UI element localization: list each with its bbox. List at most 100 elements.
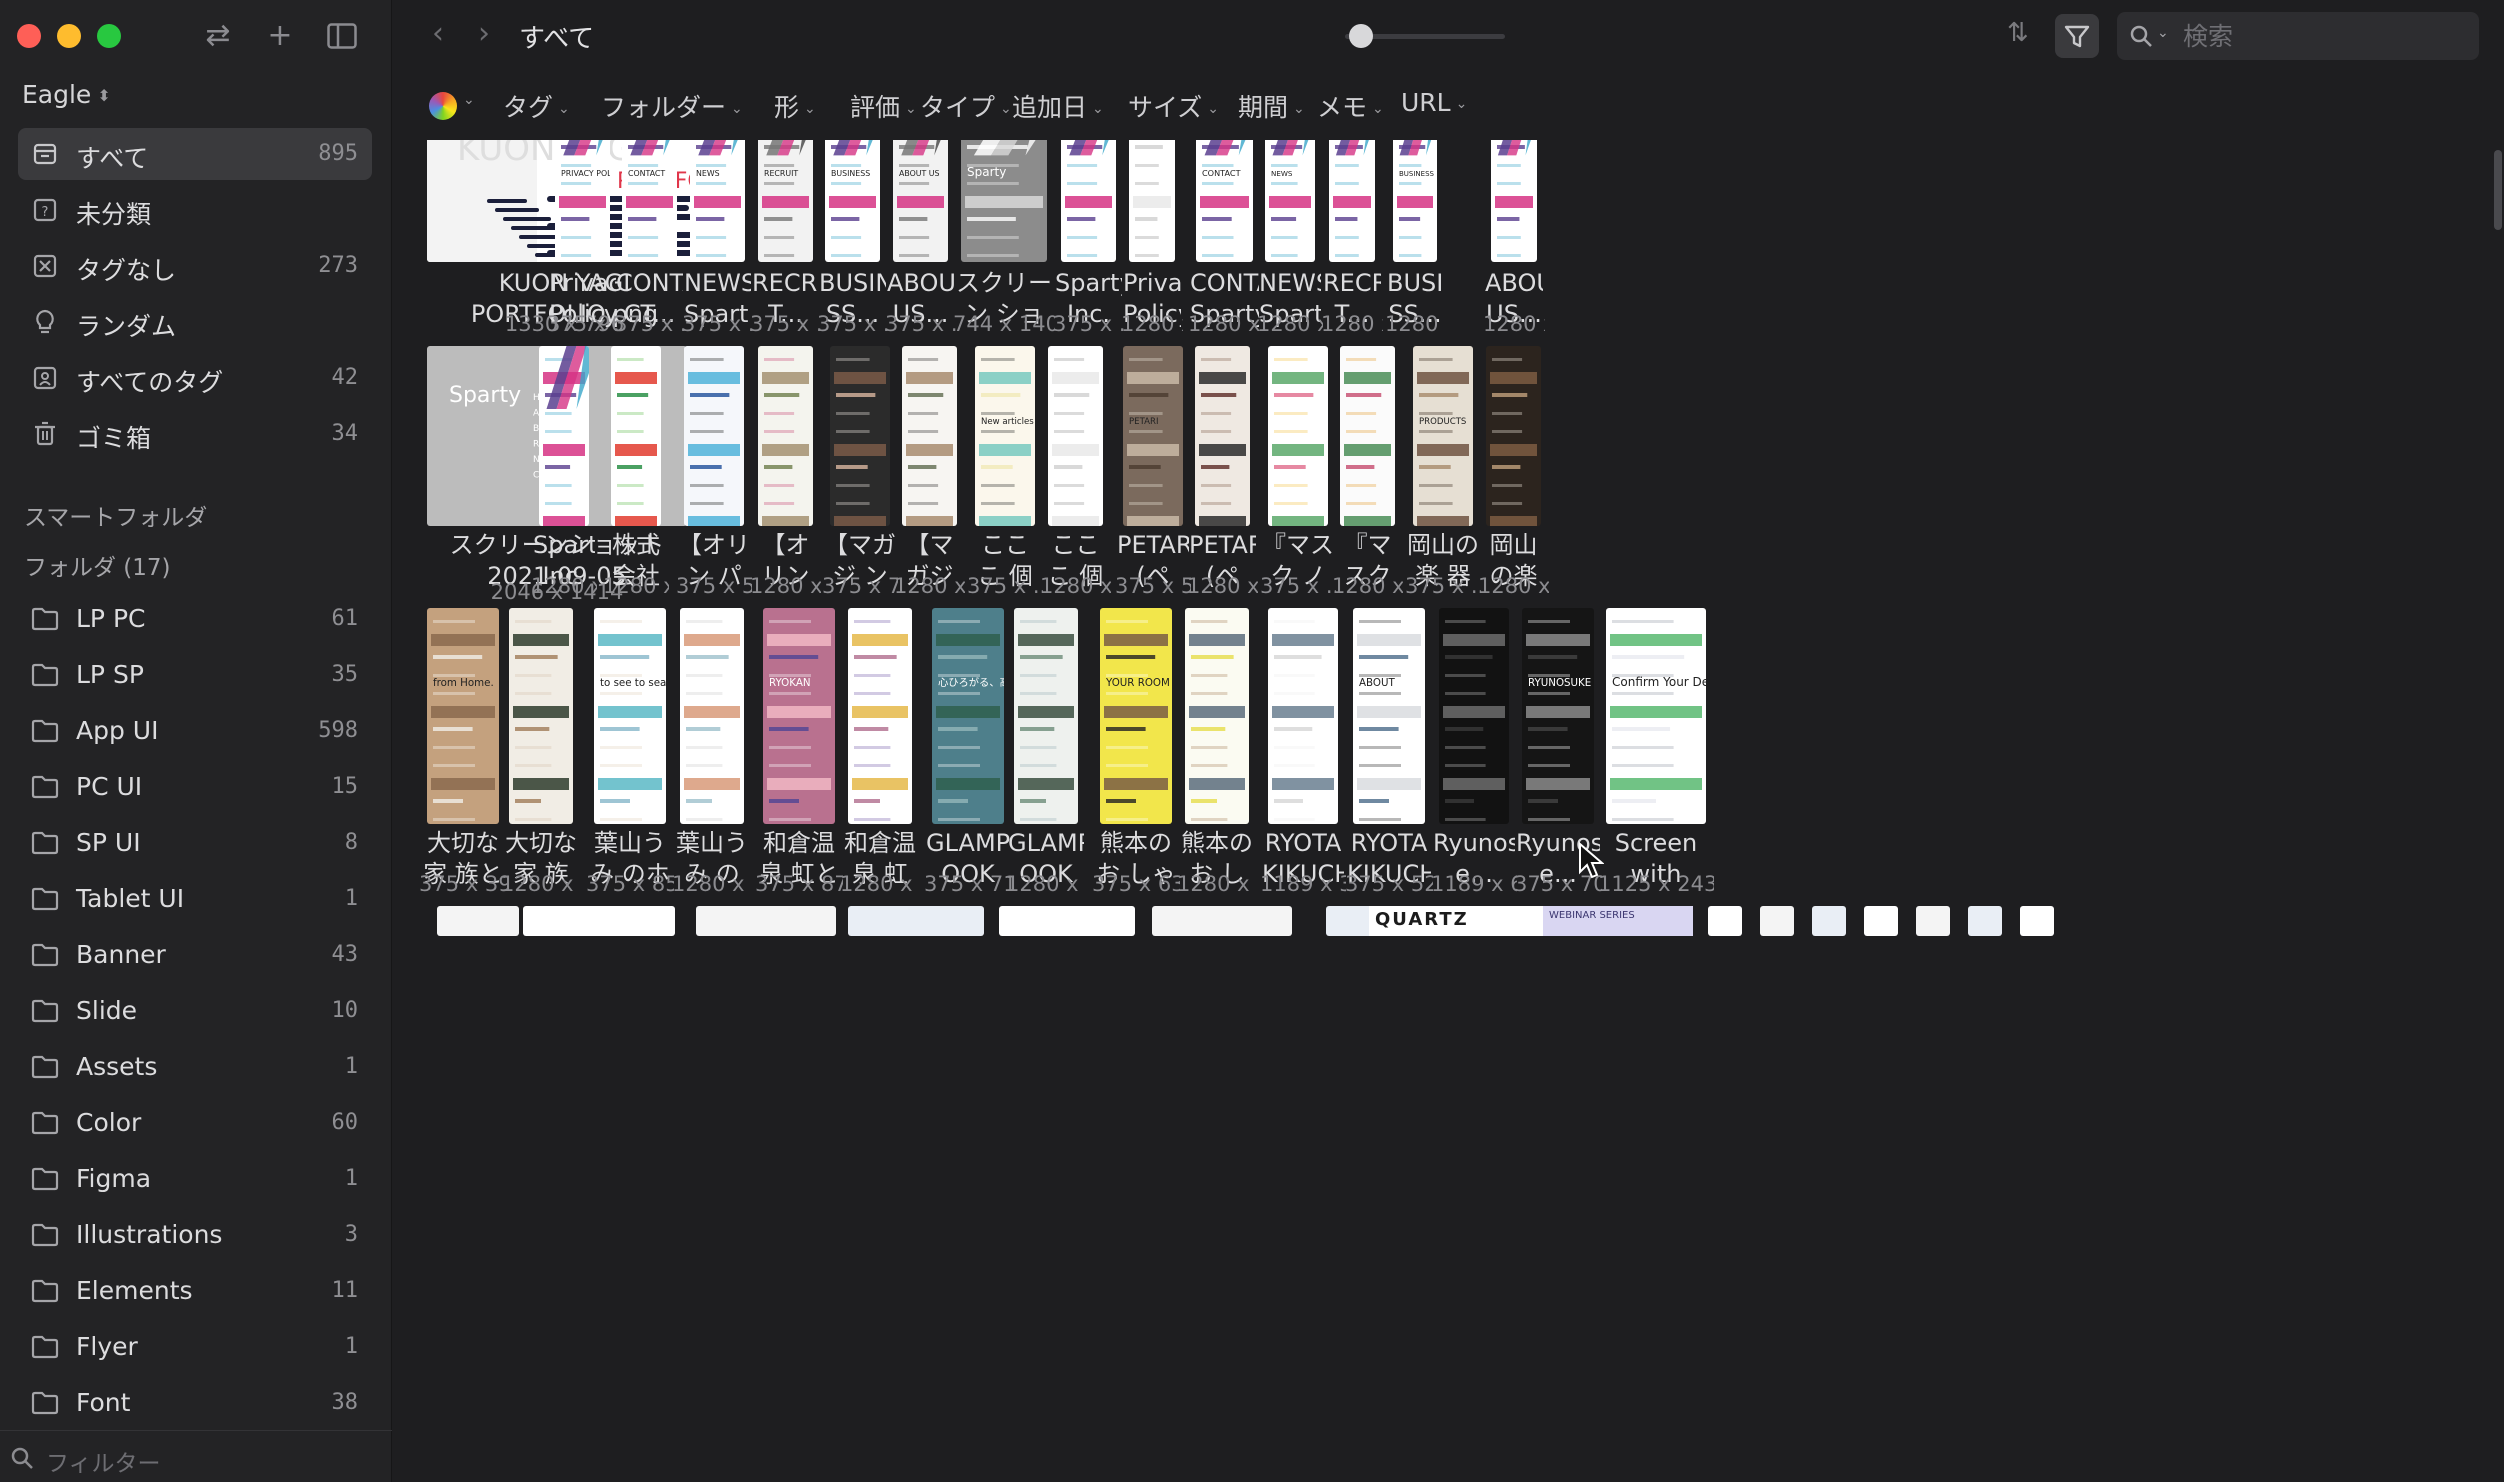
asset-card[interactable]: PETARI (ペタ...1280 x ... bbox=[1187, 346, 1258, 598]
search-options-chevron-icon[interactable]: ⌄ bbox=[2157, 25, 2169, 41]
filter-dropdown[interactable]: フォルダー ⌄ bbox=[601, 88, 743, 124]
sort-icon[interactable]: ⇅ bbox=[2007, 18, 2029, 48]
smart-folders-heading[interactable]: スマートフォルダ bbox=[24, 498, 207, 532]
folders-heading[interactable]: フォルダ (17) bbox=[24, 548, 171, 582]
folder-item[interactable]: LP SP 35 bbox=[18, 649, 372, 701]
asset-card[interactable] bbox=[1916, 906, 1950, 936]
asset-card[interactable]: PRIVACY POLICYPrivacy Policy..375 x ... bbox=[547, 140, 618, 336]
folder-item[interactable]: App UI 598 bbox=[18, 705, 372, 757]
asset-card[interactable] bbox=[1812, 906, 1846, 936]
asset-card[interactable]: 株式会社 ビタミ...1280 x ... bbox=[603, 346, 669, 598]
grid-scrollbar[interactable] bbox=[2494, 150, 2502, 230]
filter-dropdown[interactable]: 追加日 ⌄ bbox=[1012, 88, 1104, 124]
asset-card[interactable]: WEBINAR SERIES bbox=[1543, 906, 1693, 936]
asset-card[interactable]: Privacy Policy..1280 x... bbox=[1121, 140, 1183, 336]
sync-arrows-icon[interactable]: ⇄ bbox=[198, 16, 238, 56]
filter-dropdown[interactable]: サイズ ⌄ bbox=[1128, 88, 1219, 124]
asset-card[interactable]: 葉山うみ のホテ...1280 x 9... bbox=[672, 608, 752, 896]
asset-card[interactable]: RYUNOSUKE KINOSHITARyunosuk e...375 x 70… bbox=[1514, 608, 1602, 896]
sidebar-item-3[interactable]: ランダム bbox=[18, 296, 372, 348]
asset-card[interactable]: 大切な家 族と自...1280 x 4... bbox=[501, 608, 581, 896]
asset-card[interactable]: 和倉温泉 虹と海...1280 x 9... bbox=[840, 608, 920, 896]
filter-toggle-button[interactable] bbox=[2055, 14, 2099, 58]
asset-card[interactable]: RYOKAN和倉温泉 虹と海...375 x 87... bbox=[755, 608, 843, 896]
asset-card[interactable]: BUSINESSBUSINE SS...375 x ... bbox=[817, 140, 888, 336]
asset-card[interactable]: GLAMPR OOK 飯...1280 x 7... bbox=[1006, 608, 1086, 896]
filter-dropdown[interactable]: 評価 ⌄ bbox=[850, 88, 917, 124]
folder-item[interactable]: LP PC 61 bbox=[18, 593, 372, 645]
asset-card[interactable]: Sparty, Inc. パ...1280 x ... bbox=[531, 346, 597, 598]
sidebar-item-1[interactable]: ? 未分類 bbox=[18, 184, 372, 236]
folder-item[interactable]: Flyer 1 bbox=[18, 1321, 372, 1373]
asset-card[interactable] bbox=[848, 906, 984, 936]
filter-dropdown[interactable]: 期間 ⌄ bbox=[1238, 88, 1305, 124]
asset-card[interactable]: Sparty, Inc. ...375 x ... bbox=[1053, 140, 1124, 336]
folder-item[interactable]: Tablet UI 1 bbox=[18, 873, 372, 925]
asset-card[interactable] bbox=[1864, 906, 1898, 936]
asset-card[interactable] bbox=[1968, 906, 2002, 936]
asset-card[interactable]: YOUR ROOM熊本のお しゃれ...375 x 63... bbox=[1092, 608, 1180, 896]
sidebar-filter-field[interactable]: フィルター bbox=[0, 1430, 392, 1482]
asset-card[interactable] bbox=[696, 906, 836, 936]
thumbnail-size-slider-thumb[interactable] bbox=[1349, 24, 1373, 48]
asset-card[interactable]: Spartyスクリーン ショット...744 x 1408 bbox=[953, 140, 1055, 336]
library-switcher[interactable]: Eagle ⬍ bbox=[22, 80, 111, 109]
sidebar-item-0[interactable]: すべて 895 bbox=[18, 128, 372, 180]
asset-card[interactable]: Confirm Your DetailsScreen with Account.… bbox=[1598, 608, 1714, 896]
asset-card[interactable] bbox=[1760, 906, 1794, 936]
asset-card[interactable]: 岡山の楽 器とお...1280 x ... bbox=[1478, 346, 1549, 598]
asset-card[interactable]: Ryunosuk e...1189 x 6... bbox=[1431, 608, 1517, 896]
folder-item[interactable]: Illustrations 3 bbox=[18, 1209, 372, 1261]
asset-card[interactable] bbox=[2020, 906, 2054, 936]
asset-card[interactable] bbox=[523, 906, 675, 936]
filter-dropdown[interactable]: URL ⌄ bbox=[1401, 88, 1467, 117]
asset-card[interactable]: ABOUTRYOTA KIKUCH...375 x 52... bbox=[1345, 608, 1433, 896]
asset-card[interactable]: New articlesここ こ 個と個...375 x ... bbox=[967, 346, 1043, 598]
asset-card[interactable]: ABOUT US...1280 x... bbox=[1483, 140, 1545, 336]
asset-card[interactable]: ABOUT USABOUT US...375 x ... bbox=[885, 140, 956, 336]
asset-card[interactable]: 心ひろがる、高原の旅。GLAMPR OOK 飯...375 x 71... bbox=[924, 608, 1012, 896]
asset-card[interactable]: CONTACTCONTA CT...375 x ... bbox=[614, 140, 685, 336]
folder-item[interactable]: PC UI 15 bbox=[18, 761, 372, 813]
asset-card[interactable]: PRODUCTS岡山の楽 器とお...375 x ... bbox=[1405, 346, 1481, 598]
search-input[interactable] bbox=[2183, 20, 2463, 52]
asset-card[interactable] bbox=[437, 906, 519, 936]
asset-card[interactable] bbox=[1152, 906, 1292, 936]
search-field[interactable]: ⌄ bbox=[2117, 12, 2479, 60]
filter-dropdown[interactable]: タグ ⌄ bbox=[503, 88, 570, 124]
asset-card[interactable]: PETARIPETARI (ペタ...375 x 5... bbox=[1115, 346, 1191, 598]
asset-card[interactable]: QUARTZ bbox=[1369, 906, 1539, 936]
asset-card[interactable]: RECRUITRECRUI T...375 x ... bbox=[750, 140, 821, 336]
asset-card[interactable]: RYOTA KIKUCH...1189 x 3... bbox=[1260, 608, 1346, 896]
asset-card[interactable]: BUSINESSBUSINE SS...1280 x... bbox=[1385, 140, 1445, 336]
asset-card[interactable] bbox=[999, 906, 1135, 936]
forward-button[interactable]: › bbox=[469, 16, 499, 51]
folder-item[interactable]: SP UI 8 bbox=[18, 817, 372, 869]
filter-dropdown[interactable]: メモ ⌄ bbox=[1317, 88, 1384, 124]
asset-card[interactable]: 【オリン パス公...1280 x ... bbox=[750, 346, 821, 598]
folder-item[interactable]: Assets 1 bbox=[18, 1041, 372, 1093]
asset-card[interactable]: 【マガジ ンど】...375 x 7... bbox=[822, 346, 898, 598]
asset-card[interactable]: 熊本のお しゃれ...1280 x 7... bbox=[1177, 608, 1257, 896]
asset-card[interactable]: to see to sea葉山うみ のホテ...375 x 85... bbox=[586, 608, 674, 896]
folder-item[interactable]: Banner 43 bbox=[18, 929, 372, 981]
add-icon[interactable]: + bbox=[260, 16, 300, 56]
folder-item[interactable]: Figma 1 bbox=[18, 1153, 372, 1205]
zoom-window-button[interactable] bbox=[97, 24, 121, 48]
asset-card[interactable]: from Home.大切な家 族と自...375 x 39... bbox=[419, 608, 507, 896]
asset-card[interactable]: CONTACTCONTACT Sparty,...1280 x 2... bbox=[1188, 140, 1261, 336]
folder-item[interactable]: Color 60 bbox=[18, 1097, 372, 1149]
close-window-button[interactable] bbox=[17, 24, 41, 48]
asset-card[interactable]: 『マスク ノイエ...375 x ... bbox=[1260, 346, 1336, 598]
asset-card[interactable]: 【オリン パス公...375 x 5... bbox=[676, 346, 752, 598]
folder-item[interactable]: Font 38 bbox=[18, 1377, 372, 1429]
color-filter-icon[interactable] bbox=[429, 92, 457, 120]
folder-item[interactable]: Slide 10 bbox=[18, 985, 372, 1037]
sidebar-item-5[interactable]: ゴミ箱 34 bbox=[18, 408, 372, 460]
asset-card[interactable]: NEWSNEWS Sparty,...1280 x... bbox=[1257, 140, 1323, 336]
filter-dropdown[interactable]: タイプ ⌄ bbox=[920, 88, 1012, 124]
asset-card[interactable]: NEWSNEWS Spart...375 x ... bbox=[682, 140, 753, 336]
sidebar-item-2[interactable]: タグなし 273 bbox=[18, 240, 372, 292]
asset-card[interactable]: RECRUI T...1280 x... bbox=[1321, 140, 1383, 336]
asset-card[interactable]: 【マガジ ンど】...1280 x ... bbox=[894, 346, 965, 598]
